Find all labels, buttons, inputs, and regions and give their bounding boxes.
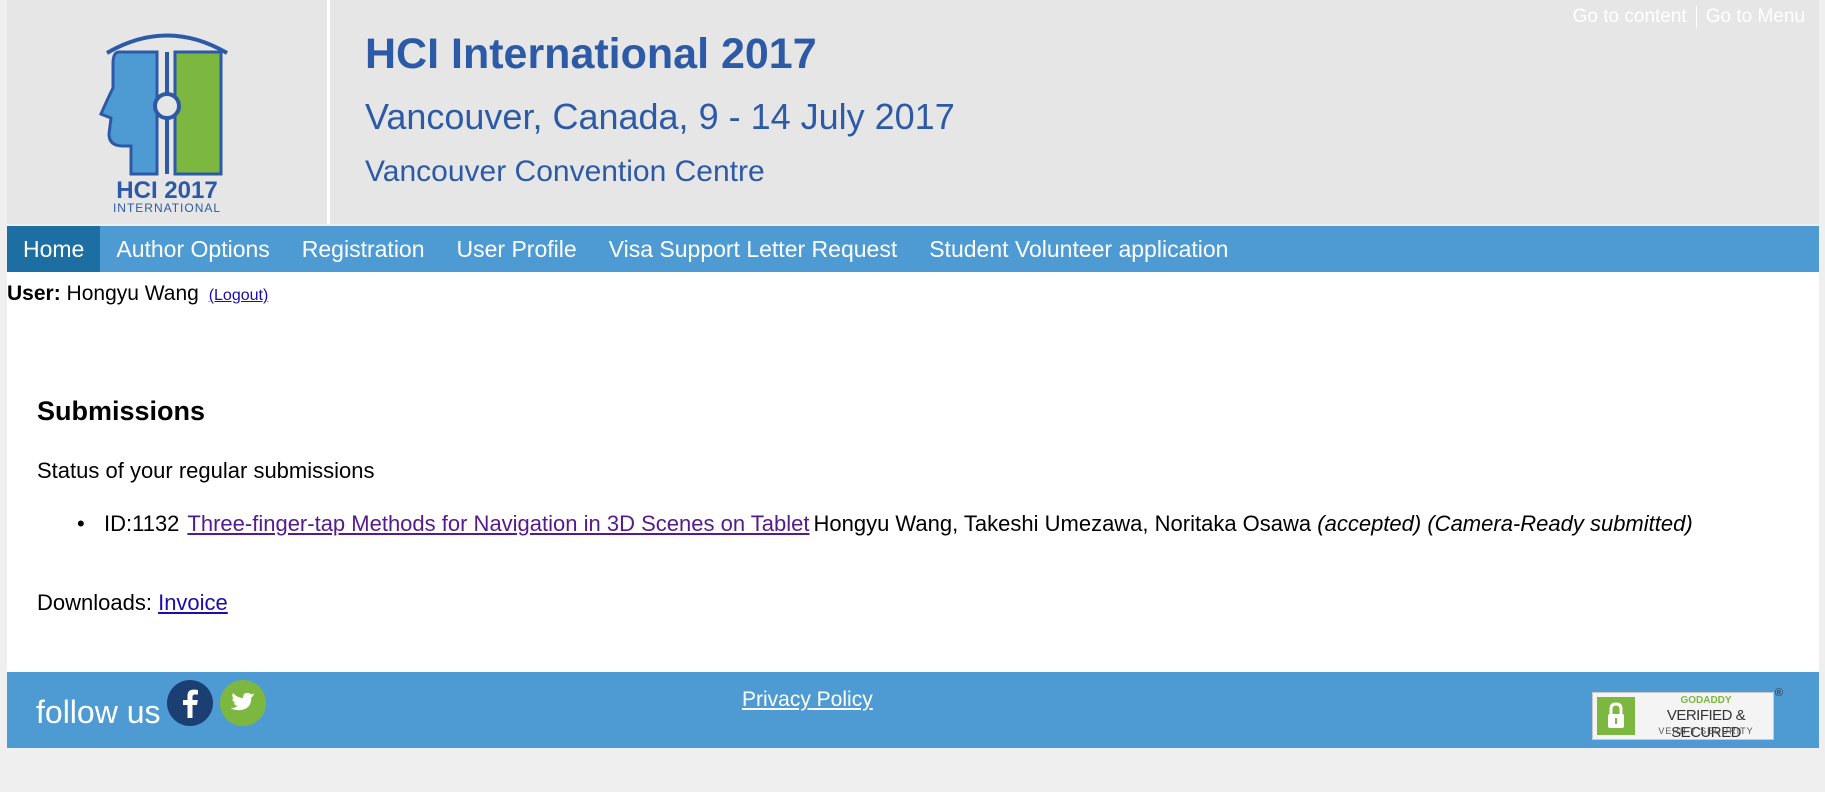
godaddy-seal[interactable]: GODADDY VERIFIED & SECURED VERIFY SECURI… [1592, 687, 1783, 741]
site-header: HCI 2017 INTERNATIONAL HCI International… [7, 0, 1819, 224]
follow-us-text: follow us [36, 694, 161, 730]
event-location-date: Vancouver, Canada, 9 - 14 July 2017 [365, 96, 955, 137]
submission-status: (accepted) [1317, 511, 1422, 536]
user-line: User: Hongyu Wang (Logout) [7, 282, 268, 306]
twitter-icon[interactable] [220, 680, 266, 726]
user-label: User: [7, 282, 61, 305]
downloads-label: Downloads: [37, 590, 152, 615]
svg-text:HCI 2017: HCI 2017 [116, 177, 217, 204]
page-title: HCI International 2017 [365, 30, 817, 78]
site-footer: follow us Privacy Policy GODADDY VERIFIE… [7, 672, 1819, 748]
submission-title-link[interactable]: Three-finger-tap Methods for Navigation … [187, 511, 809, 536]
submission-camera-ready: (Camera-Ready submitted) [1427, 511, 1693, 536]
go-to-menu-link[interactable]: Go to Menu [1706, 6, 1805, 27]
nav-item-registration[interactable]: Registration [286, 226, 441, 272]
submissions-heading: Submissions [37, 396, 206, 426]
submissions-status-text: Status of your regular submissions [37, 458, 375, 483]
privacy-policy-link[interactable]: Privacy Policy [742, 688, 873, 712]
nav-item-home[interactable]: Home [7, 226, 101, 272]
event-venue: Vancouver Convention Centre [365, 155, 765, 188]
go-to-content-link[interactable]: Go to content [1573, 6, 1687, 27]
user-name: Hongyu Wang [66, 282, 199, 305]
skip-divider [1695, 6, 1697, 28]
logo-container: HCI 2017 INTERNATIONAL [7, 0, 330, 224]
downloads-line: Downloads: Invoice [37, 590, 228, 616]
invoice-link[interactable]: Invoice [158, 590, 228, 615]
seal-sub-text: VERIFY SECURITY [1658, 726, 1754, 736]
list-bullet: • [77, 511, 85, 536]
nav-item-user-profile[interactable]: User Profile [441, 226, 593, 272]
logout-link[interactable]: (Logout) [209, 287, 269, 304]
list-item: ID:1132 Three-finger-tap Methods for Navi… [104, 510, 1777, 538]
seal-brand: GODADDY [1680, 695, 1732, 706]
nav-item-visa-support-letter[interactable]: Visa Support Letter Request [593, 226, 914, 272]
page: HCI 2017 INTERNATIONAL HCI International… [7, 0, 1819, 792]
submission-id: ID:1132 [104, 511, 180, 536]
nav-item-student-volunteer[interactable]: Student Volunteer application [913, 226, 1244, 272]
nav-item-author-options[interactable]: Author Options [100, 226, 285, 272]
registered-mark: ® [1774, 687, 1783, 699]
submission-list: • ID:1132 Three-finger-tap Methods for Na… [77, 510, 1777, 538]
svg-text:INTERNATIONAL: INTERNATIONAL [113, 201, 221, 215]
facebook-icon[interactable] [167, 680, 213, 726]
skip-links: Go to content Go to Menu [1573, 6, 1805, 28]
lock-icon [1597, 697, 1635, 735]
submission-authors: Hongyu Wang, Takeshi Umezawa, Noritaka O… [813, 511, 1312, 536]
hci-logo[interactable]: HCI 2017 INTERNATIONAL [97, 26, 237, 216]
main-content: User: Hongyu Wang (Logout) Submissions S… [7, 272, 1819, 672]
main-nav: Home Author Options Registration User Pr… [7, 226, 1819, 272]
